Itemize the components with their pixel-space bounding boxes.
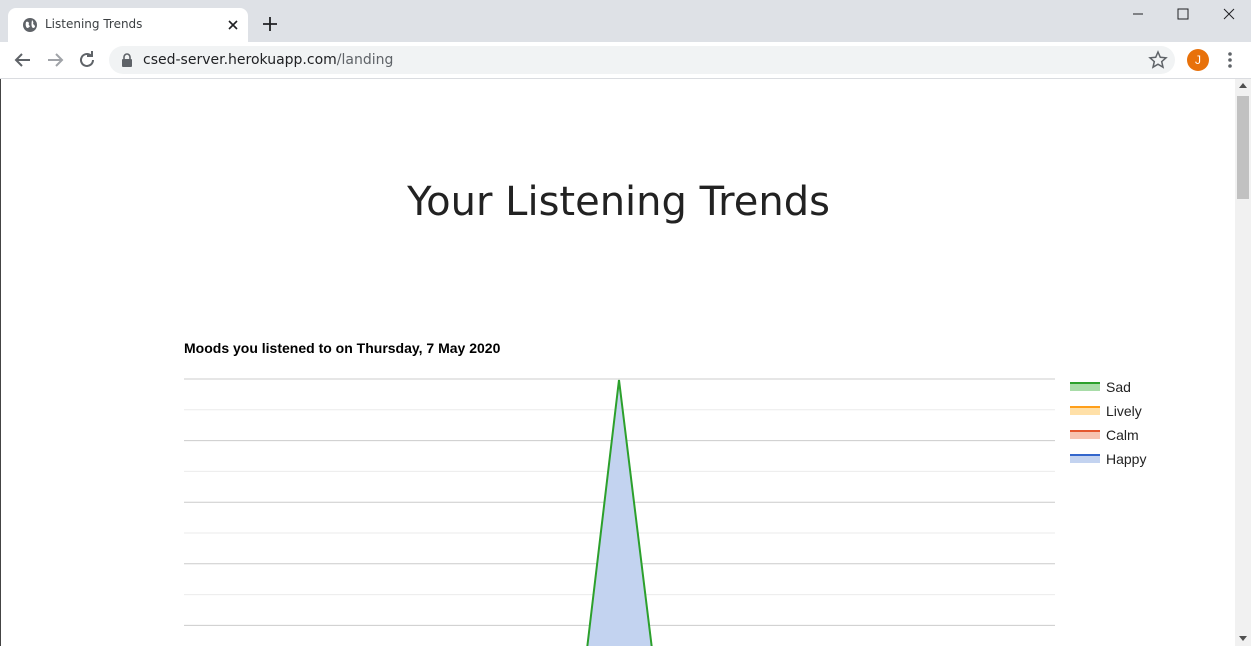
legend-label[interactable]: Happy	[1106, 451, 1146, 467]
forward-arrow-icon[interactable]	[43, 48, 67, 72]
chart-areas	[586, 379, 653, 646]
series-area-happy	[587, 380, 652, 646]
url-text: csed-server.herokuapp.com/landing	[143, 52, 393, 68]
scroll-up-icon[interactable]	[1239, 83, 1247, 88]
profile-avatar[interactable]: J	[1187, 49, 1209, 71]
url-host: csed-server.herokuapp.com	[143, 52, 337, 68]
legend-swatch	[1070, 383, 1100, 391]
maximize-icon[interactable]	[1160, 0, 1206, 30]
scroll-down-icon[interactable]	[1239, 636, 1247, 641]
vertical-scrollbar[interactable]	[1235, 79, 1251, 646]
scroll-thumb[interactable]	[1237, 96, 1249, 199]
lock-icon	[122, 53, 132, 67]
tab-strip: Listening Trends	[0, 0, 1251, 42]
window-close-icon[interactable]	[1206, 0, 1251, 30]
chart-legend: Sad Lively Calm Happy	[1070, 379, 1146, 467]
legend-label[interactable]: Sad	[1106, 379, 1131, 395]
reload-icon[interactable]	[75, 48, 99, 72]
back-arrow-icon[interactable]	[11, 48, 35, 72]
mood-chart: Sad Lively Calm Happy	[184, 378, 1146, 646]
tab-title: Listening Trends	[45, 17, 143, 31]
browser-tab[interactable]: Listening Trends	[8, 8, 248, 42]
globe-icon	[23, 18, 37, 32]
close-tab-icon[interactable]	[225, 17, 241, 33]
url-path: /landing	[336, 52, 394, 68]
address-bar[interactable]: csed-server.herokuapp.com/landing	[109, 46, 1175, 74]
legend-swatch	[1070, 455, 1100, 463]
bookmark-star-icon[interactable]	[1148, 50, 1168, 70]
minimize-icon[interactable]	[1115, 0, 1161, 30]
legend-label[interactable]: Lively	[1106, 403, 1142, 419]
browser-toolbar: csed-server.herokuapp.com/landing J	[0, 42, 1251, 79]
legend-swatch	[1070, 407, 1100, 415]
legend-label[interactable]: Calm	[1106, 427, 1139, 443]
more-menu-icon[interactable]	[1222, 50, 1238, 70]
new-tab-icon[interactable]	[260, 14, 280, 34]
page-viewport: Your Listening Trends Moods you listened…	[0, 79, 1235, 646]
legend-swatch	[1070, 431, 1100, 439]
